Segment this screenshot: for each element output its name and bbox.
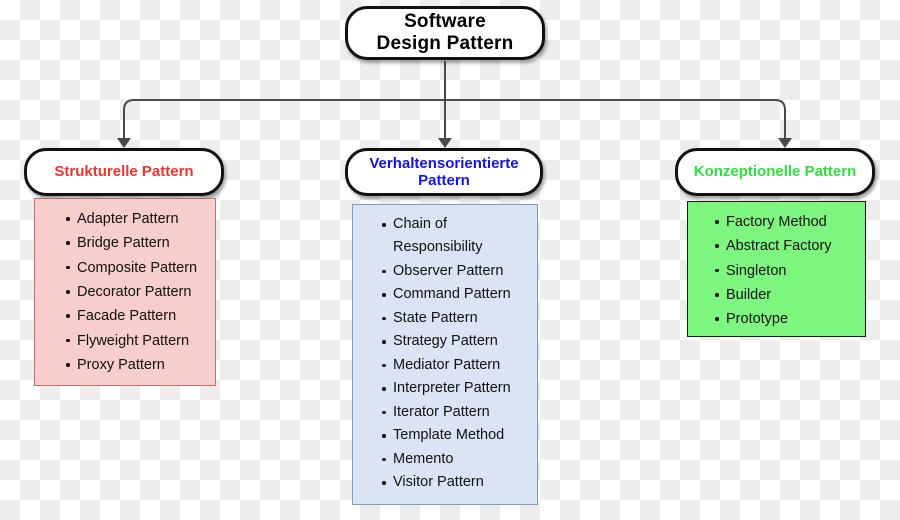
category-header-creational-label: Konzeptionelle Pattern	[693, 163, 857, 181]
pattern-list-structural-items: Adapter Pattern Bridge Pattern Composite…	[41, 207, 209, 378]
connector-branch-right	[445, 99, 786, 138]
list-item: Adapter Pattern	[66, 207, 209, 231]
list-item: Composite Pattern	[66, 256, 209, 280]
list-item: Builder	[715, 283, 859, 307]
list-item: Template Method	[382, 424, 531, 447]
pattern-list-creational: Factory Method Abstract Factory Singleto…	[687, 201, 866, 337]
arrowhead-creational	[778, 138, 792, 148]
category-header-behavioral-label-line2: Pattern	[418, 172, 470, 189]
list-item: Interpreter Pattern	[382, 377, 531, 400]
list-item: Flyweight Pattern	[66, 329, 209, 353]
list-item: Memento	[382, 448, 531, 471]
root-node-label-line1: Software	[404, 11, 486, 33]
pattern-list-behavioral-items: Chain of Responsibility Observer Pattern…	[359, 213, 531, 495]
pattern-list-structural: Adapter Pattern Bridge Pattern Composite…	[34, 198, 216, 386]
list-item: Singleton	[715, 259, 859, 283]
pattern-list-creational-items: Factory Method Abstract Factory Singleto…	[694, 210, 859, 332]
list-item: State Pattern	[382, 307, 531, 330]
pattern-list-behavioral: Chain of Responsibility Observer Pattern…	[352, 204, 538, 505]
category-header-structural-label: Strukturelle Pattern	[54, 163, 194, 181]
category-header-creational[interactable]: Konzeptionelle Pattern	[675, 148, 875, 196]
list-item: Decorator Pattern	[66, 280, 209, 304]
root-node-label-line2: Design Pattern	[376, 33, 514, 54]
list-item: Strategy Pattern	[382, 330, 531, 353]
list-item: Visitor Pattern	[382, 471, 531, 494]
root-node-software-design-pattern[interactable]: Software Design Pattern	[345, 6, 545, 60]
diagram-canvas: Software Design Pattern Strukturelle Pat…	[0, 0, 900, 520]
list-item: Proxy Pattern	[66, 353, 209, 377]
category-header-structural[interactable]: Strukturelle Pattern	[24, 148, 224, 196]
list-item: Factory Method	[715, 210, 859, 234]
list-item: Abstract Factory	[715, 234, 859, 258]
list-item: Observer Pattern	[382, 260, 531, 283]
list-item: Prototype	[715, 307, 859, 331]
category-header-behavioral[interactable]: Verhaltensorientierte Pattern	[345, 148, 543, 196]
list-item: Bridge Pattern	[66, 231, 209, 255]
list-item: Mediator Pattern	[382, 354, 531, 377]
list-item: Chain of Responsibility	[382, 213, 531, 260]
list-item: Iterator Pattern	[382, 401, 531, 424]
connector-branch-left	[123, 99, 445, 138]
arrowhead-structural	[117, 138, 131, 148]
arrowhead-behavioral	[438, 138, 452, 148]
list-item: Command Pattern	[382, 283, 531, 306]
list-item: Facade Pattern	[66, 304, 209, 328]
category-header-behavioral-label-line1: Verhaltensorientierte	[369, 154, 519, 172]
